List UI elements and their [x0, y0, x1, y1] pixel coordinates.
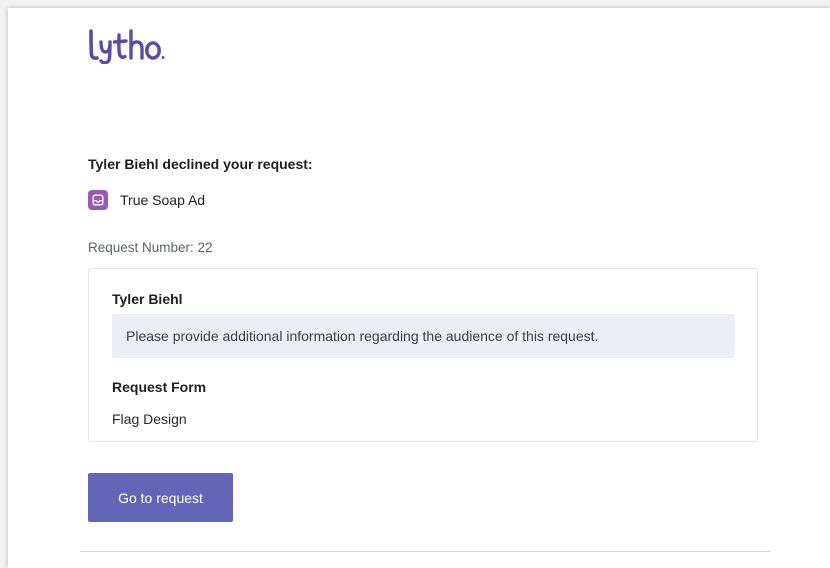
request-number: Request Number: 22	[88, 240, 213, 255]
decline-headline: Tyler Biehl declined your request:	[88, 156, 313, 172]
request-form-value: Flag Design	[112, 411, 187, 427]
inbox-tray-icon	[88, 190, 108, 210]
reviewer-name: Tyler Biehl	[112, 291, 183, 307]
footer-divider	[80, 551, 770, 552]
requested-item: True Soap Ad	[88, 190, 205, 210]
go-to-request-button[interactable]: Go to request	[88, 473, 233, 522]
request-form-label: Request Form	[112, 379, 207, 395]
decline-comment: Please provide additional information re…	[112, 314, 735, 358]
lytho-logo	[88, 24, 194, 68]
decline-details-card: Tyler Biehl Please provide additional in…	[88, 268, 758, 442]
email-body: Tyler Biehl declined your request: True …	[8, 8, 830, 568]
item-name: True Soap Ad	[120, 192, 206, 208]
lytho-logo-mark	[89, 29, 165, 64]
